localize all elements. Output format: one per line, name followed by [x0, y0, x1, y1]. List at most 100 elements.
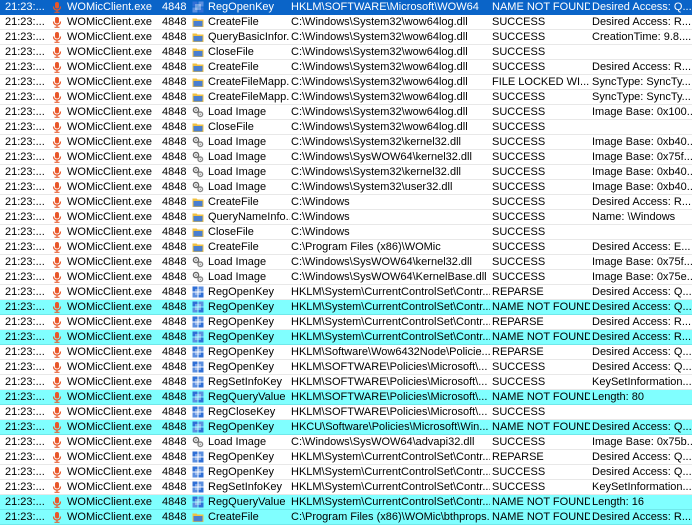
path-cell: C:\Windows\SysWOW64\kernel32.dll — [291, 151, 472, 163]
event-row[interactable]: 21:23:... WOMicClient.exe 4848 RegOpenKe… — [0, 300, 692, 315]
process-name-cell: WOMicClient.exe — [67, 91, 152, 103]
event-row[interactable]: 21:23:... WOMicClient.exe 4848 CreateFil… — [0, 510, 692, 525]
microphone-icon — [51, 450, 64, 464]
detail-cell: SyncType: SyncTy... — [592, 91, 691, 103]
result-cell: NAME NOT FOUND — [492, 391, 590, 403]
event-row[interactable]: 21:23:... WOMicClient.exe 4848 RegOpenKe… — [0, 330, 692, 345]
detail-cell: Desired Access: Q... — [592, 361, 692, 373]
event-row[interactable]: 21:23:... WOMicClient.exe 4848 RegOpenKe… — [0, 285, 692, 300]
path-cell: C:\Program Files (x86)\WOMic — [291, 241, 441, 253]
microphone-icon — [51, 420, 64, 434]
registry-icon — [192, 285, 205, 299]
detail-cell: Desired Access: Q... — [592, 466, 692, 478]
process-name-cell: WOMicClient.exe — [67, 31, 152, 43]
event-row[interactable]: 21:23:... WOMicClient.exe 4848 RegQueryV… — [0, 390, 692, 405]
operation-cell: CreateFile — [208, 61, 259, 73]
event-row[interactable]: 21:23:... WOMicClient.exe 4848 CloseFile… — [0, 120, 692, 135]
detail-cell: Desired Access: Q... — [592, 421, 692, 433]
event-row[interactable]: 21:23:... WOMicClient.exe 4848 RegCloseK… — [0, 405, 692, 420]
result-cell: NAME NOT FOUND — [492, 1, 590, 13]
process-name-cell: WOMicClient.exe — [67, 346, 152, 358]
event-row[interactable]: 21:23:... WOMicClient.exe 4848 CreateFil… — [0, 15, 692, 30]
operation-cell: RegQueryValue — [208, 496, 286, 508]
event-row[interactable]: 21:23:... WOMicClient.exe 4848 CloseFile… — [0, 225, 692, 240]
path-cell: C:\Windows\System32\wow64log.dll — [291, 91, 468, 103]
time-cell: 21:23:... — [5, 91, 45, 103]
event-row[interactable]: 21:23:... WOMicClient.exe 4848 QueryName… — [0, 210, 692, 225]
path-cell: C:\Windows — [291, 226, 350, 238]
microphone-icon — [51, 405, 64, 419]
event-row[interactable]: 21:23:... WOMicClient.exe 4848 Load Imag… — [0, 135, 692, 150]
result-cell: SUCCESS — [492, 121, 546, 133]
event-row[interactable]: 21:23:... WOMicClient.exe 4848 RegOpenKe… — [0, 0, 692, 15]
result-cell: SUCCESS — [492, 376, 546, 388]
microphone-icon — [51, 510, 64, 524]
time-cell: 21:23:... — [5, 241, 45, 253]
time-cell: 21:23:... — [5, 226, 45, 238]
pid-cell: 4848 — [162, 76, 187, 88]
detail-cell: Desired Access: Q... — [592, 301, 692, 313]
event-row[interactable]: 21:23:... WOMicClient.exe 4848 Load Imag… — [0, 165, 692, 180]
microphone-icon — [51, 105, 64, 119]
result-cell: SUCCESS — [492, 271, 546, 283]
path-cell: HKLM\SOFTWARE\Policies\Microsoft\... — [291, 361, 488, 373]
event-row[interactable]: 21:23:... WOMicClient.exe 4848 CreateFil… — [0, 90, 692, 105]
result-cell: SUCCESS — [492, 361, 546, 373]
event-row[interactable]: 21:23:... WOMicClient.exe 4848 RegOpenKe… — [0, 360, 692, 375]
path-cell: C:\Windows\System32\kernel32.dll — [291, 136, 461, 148]
pid-cell: 4848 — [162, 121, 187, 133]
process-icon — [192, 150, 205, 164]
file-icon — [192, 90, 205, 104]
event-row[interactable]: 21:23:... WOMicClient.exe 4848 RegOpenKe… — [0, 420, 692, 435]
event-row[interactable]: 21:23:... WOMicClient.exe 4848 Load Imag… — [0, 270, 692, 285]
microphone-icon — [51, 120, 64, 134]
event-row[interactable]: 21:23:... WOMicClient.exe 4848 RegSetInf… — [0, 375, 692, 390]
registry-icon — [192, 345, 205, 359]
detail-cell: Image Base: 0x75f... — [592, 256, 692, 268]
process-name-cell: WOMicClient.exe — [67, 361, 152, 373]
event-row[interactable]: 21:23:... WOMicClient.exe 4848 RegOpenKe… — [0, 450, 692, 465]
process-name-cell: WOMicClient.exe — [67, 181, 152, 193]
path-cell: C:\Program Files (x86)\WOMic\bthprops... — [291, 511, 490, 523]
event-row[interactable]: 21:23:... WOMicClient.exe 4848 RegSetInf… — [0, 480, 692, 495]
microphone-icon — [51, 435, 64, 449]
event-row[interactable]: 21:23:... WOMicClient.exe 4848 Load Imag… — [0, 150, 692, 165]
detail-cell: Desired Access: Q... — [592, 1, 692, 13]
result-cell: SUCCESS — [492, 91, 546, 103]
time-cell: 21:23:... — [5, 451, 45, 463]
microphone-icon — [51, 300, 64, 314]
pid-cell: 4848 — [162, 46, 187, 58]
operation-cell: RegOpenKey — [208, 361, 275, 373]
operation-cell: QueryNameInfo... — [208, 211, 290, 223]
microphone-icon — [51, 495, 64, 509]
microphone-icon — [51, 285, 64, 299]
process-icon — [192, 270, 205, 284]
event-row[interactable]: 21:23:... WOMicClient.exe 4848 CloseFile… — [0, 45, 692, 60]
path-cell: HKLM\System\CurrentControlSet\Contr... — [291, 451, 490, 463]
path-cell: C:\Windows\System32\wow64log.dll — [291, 46, 468, 58]
detail-cell: Image Base: 0xb40... — [592, 181, 692, 193]
event-row[interactable]: 21:23:... WOMicClient.exe 4848 Load Imag… — [0, 180, 692, 195]
event-row[interactable]: 21:23:... WOMicClient.exe 4848 QueryBasi… — [0, 30, 692, 45]
microphone-icon — [51, 330, 64, 344]
file-icon — [192, 510, 205, 524]
event-row[interactable]: 21:23:... WOMicClient.exe 4848 Load Imag… — [0, 435, 692, 450]
microphone-icon — [51, 465, 64, 479]
detail-cell: Image Base: 0x100... — [592, 106, 692, 118]
process-name-cell: WOMicClient.exe — [67, 376, 152, 388]
process-name-cell: WOMicClient.exe — [67, 451, 152, 463]
event-row[interactable]: 21:23:... WOMicClient.exe 4848 RegOpenKe… — [0, 345, 692, 360]
event-row[interactable]: 21:23:... WOMicClient.exe 4848 Load Imag… — [0, 255, 692, 270]
event-row[interactable]: 21:23:... WOMicClient.exe 4848 RegOpenKe… — [0, 315, 692, 330]
event-row[interactable]: 21:23:... WOMicClient.exe 4848 CreateFil… — [0, 60, 692, 75]
event-row[interactable]: 21:23:... WOMicClient.exe 4848 CreateFil… — [0, 240, 692, 255]
pid-cell: 4848 — [162, 286, 187, 298]
event-row[interactable]: 21:23:... WOMicClient.exe 4848 Load Imag… — [0, 105, 692, 120]
operation-cell: CloseFile — [208, 46, 254, 58]
event-row[interactable]: 21:23:... WOMicClient.exe 4848 CreateFil… — [0, 195, 692, 210]
event-row[interactable]: 21:23:... WOMicClient.exe 4848 CreateFil… — [0, 75, 692, 90]
event-row[interactable]: 21:23:... WOMicClient.exe 4848 RegQueryV… — [0, 495, 692, 510]
event-row[interactable]: 21:23:... WOMicClient.exe 4848 RegOpenKe… — [0, 465, 692, 480]
microphone-icon — [51, 0, 64, 14]
pid-cell: 4848 — [162, 106, 187, 118]
